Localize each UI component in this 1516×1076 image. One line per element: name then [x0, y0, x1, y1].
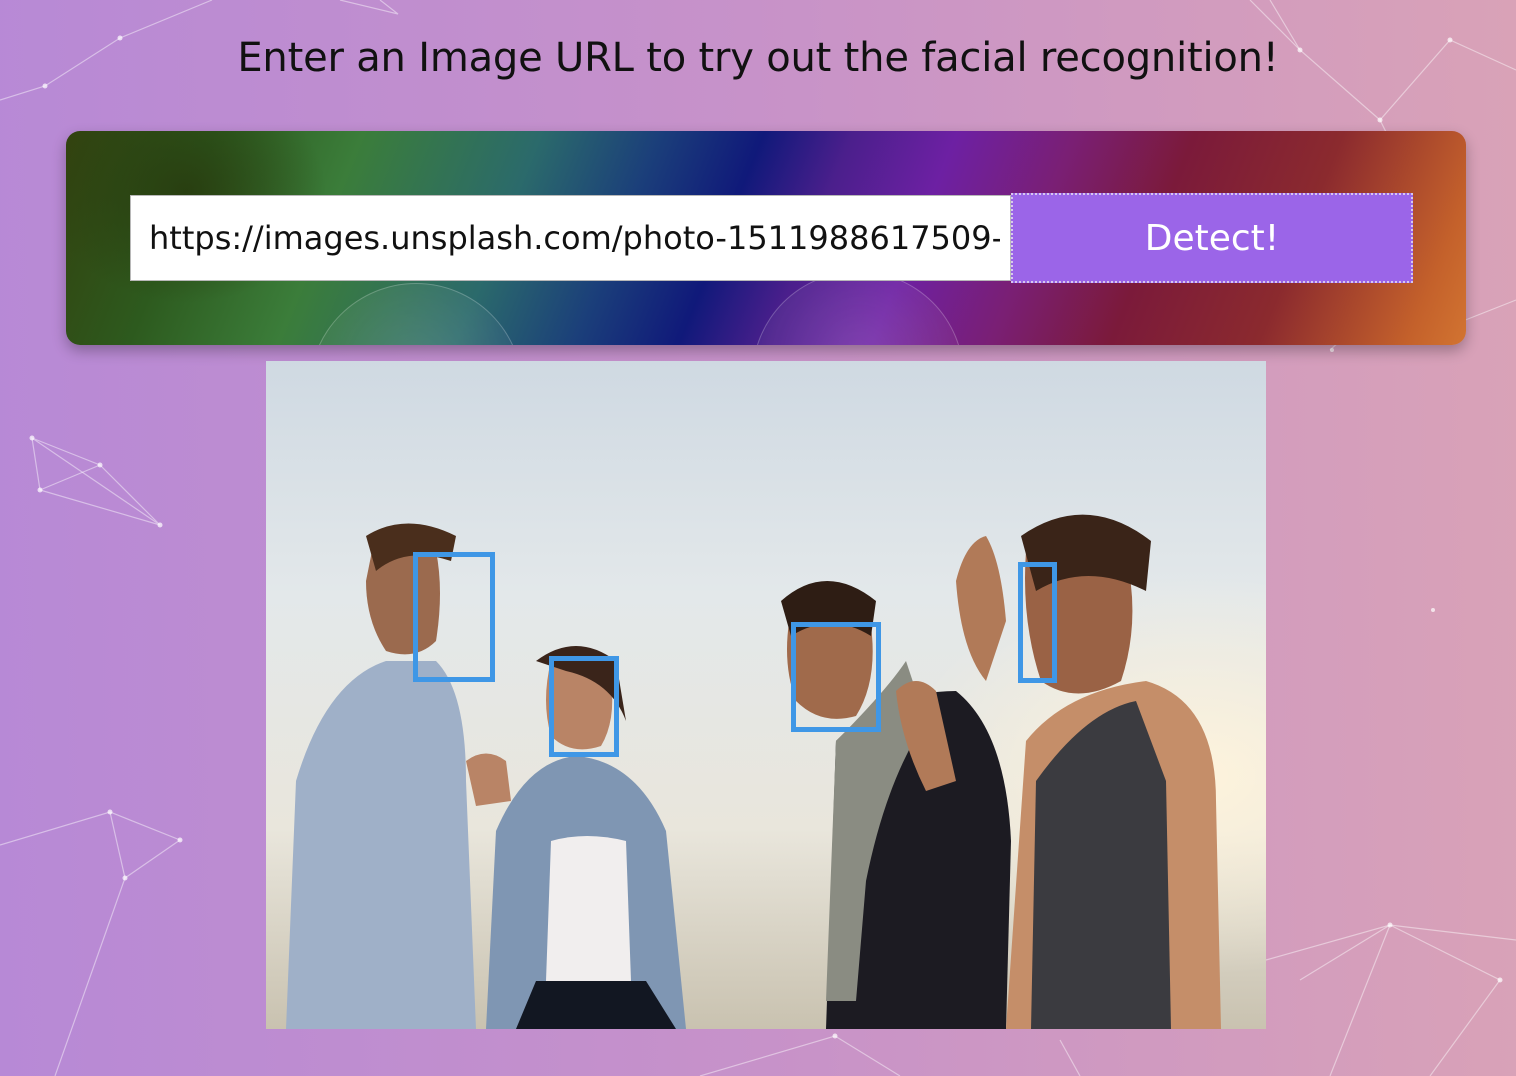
detect-button[interactable]: Detect! [1011, 193, 1413, 283]
face-box [791, 622, 881, 732]
face-box [413, 552, 495, 682]
decorative-bubble [309, 283, 523, 345]
detection-photo [266, 361, 1266, 1029]
page-prompt: Enter an Image URL to try out the facial… [237, 35, 1279, 81]
group-photo-illustration [266, 361, 1266, 1029]
face-box [1018, 562, 1057, 683]
face-box [549, 656, 619, 757]
decorative-bubble [752, 271, 964, 345]
image-url-input[interactable] [130, 195, 1011, 281]
url-form-card: Detect! [66, 131, 1466, 345]
